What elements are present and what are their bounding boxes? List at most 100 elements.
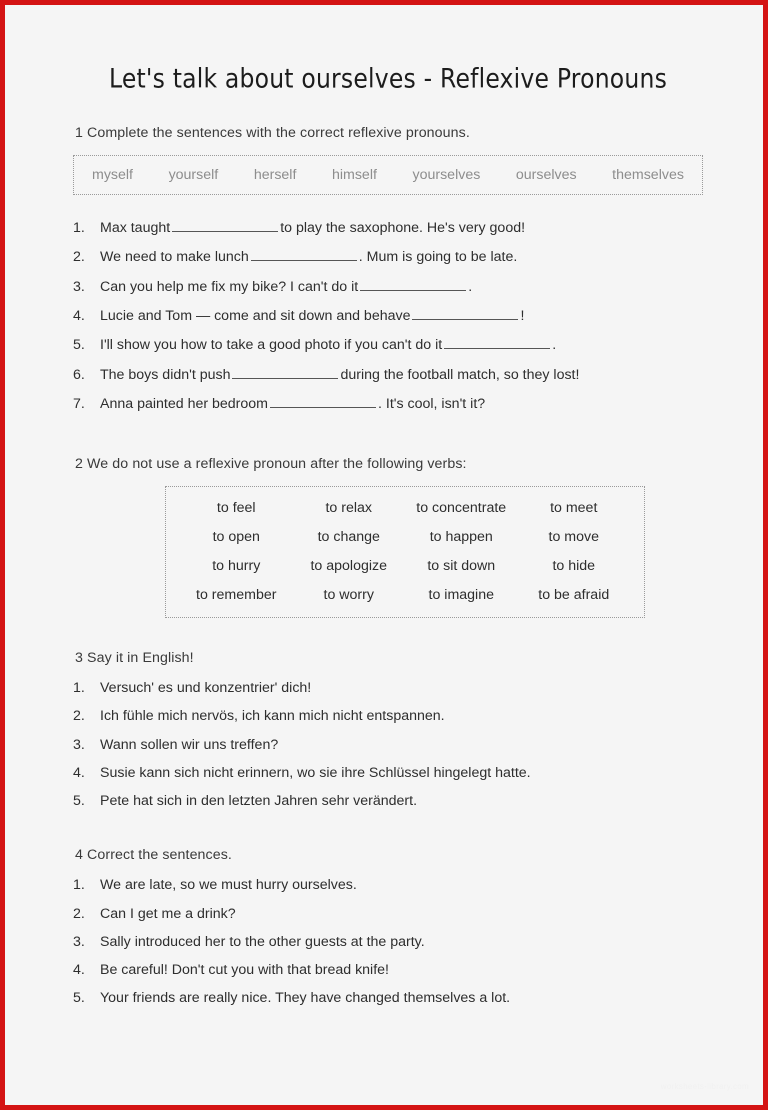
word-bank-item[interactable]: ourselves xyxy=(516,167,577,183)
item-number: 4. xyxy=(73,962,85,979)
verb-row: to open to change to happen to move xyxy=(180,529,630,545)
worksheet-page: Let's talk about ourselves - Reflexive P… xyxy=(0,0,768,1110)
verb-cell: to hurry xyxy=(212,558,261,575)
page-title: Let's talk about ourselves - Reflexive P… xyxy=(108,63,668,95)
sentence-before: I'll show you how to take a good photo i… xyxy=(100,337,443,354)
verb-row: to feel to relax to concentrate to meet xyxy=(180,500,630,516)
item-text: Pete hat sich in den letzten Jahren sehr… xyxy=(100,793,418,810)
answer-blank[interactable] xyxy=(360,278,467,291)
item-text: Max taught to play the saxophone. He's ve… xyxy=(100,219,703,238)
exercise-2-heading: 2 We do not use a reflexive pronoun afte… xyxy=(75,456,467,473)
list-item: 4. Lucie and Tom — come and sit down and… xyxy=(73,307,703,326)
sentence-before: Can you help me fix my bike? I can't do … xyxy=(100,278,359,295)
item-number: 3. xyxy=(73,736,85,753)
word-bank-item[interactable]: myself xyxy=(92,167,133,183)
list-item: 1. Versuch' es und konzentrier' dich! xyxy=(73,680,703,698)
verb-cell: to sit down xyxy=(427,558,496,575)
item-number: 5. xyxy=(73,793,85,810)
verb-cell: to feel xyxy=(216,500,256,517)
list-item: 5. Your friends are really nice. They ha… xyxy=(73,990,703,1008)
item-number: 6. xyxy=(73,366,85,383)
item-number: 1. xyxy=(73,680,85,697)
sentence-after: . xyxy=(468,278,473,295)
item-text: The boys didn't push during the football … xyxy=(100,366,703,385)
verb-cell: to relax xyxy=(325,500,373,517)
list-item: 2. Ich fühle mich nervös, ich kann mich … xyxy=(73,708,703,726)
verb-cell: to imagine xyxy=(428,587,494,604)
verb-grid: to feel to relax to concentrate to meet … xyxy=(165,486,645,619)
item-number: 4. xyxy=(73,308,85,324)
word-bank-item[interactable]: themselves xyxy=(612,167,684,183)
item-text: Sally introduced her to the other guests… xyxy=(100,933,425,950)
item-number: 2. xyxy=(73,249,85,266)
exercise-4-list: 1. We are late, so we must hurry ourselv… xyxy=(73,877,703,1008)
list-item: 3. Can you help me fix my bike? I can't … xyxy=(73,278,703,297)
list-item: 3. Wann sollen wir uns treffen? xyxy=(73,737,703,755)
item-number: 3. xyxy=(73,933,85,950)
item-text: Versuch' es und konzentrier' dich! xyxy=(100,680,312,697)
item-text: Lucie and Tom — come and sit down and be… xyxy=(100,307,703,326)
list-item: 2. We need to make lunch . Mum is going t… xyxy=(73,248,703,267)
sentence-after: to play the saxophone. He's very good! xyxy=(280,220,526,237)
verb-cell: to meet xyxy=(550,500,598,517)
item-number: 3. xyxy=(73,278,85,295)
answer-blank[interactable] xyxy=(444,336,551,350)
item-text: Ich fühle mich nervös, ich kann mich nic… xyxy=(100,708,445,725)
exercise-3-list: 1. Versuch' es und konzentrier' dich! 2.… xyxy=(73,680,703,811)
sentence-before: The boys didn't push xyxy=(100,366,231,383)
sentence-before: Lucie and Tom — come and sit down and be… xyxy=(100,308,411,324)
sentence-before: Max taught xyxy=(100,220,171,237)
answer-blank[interactable] xyxy=(412,307,519,320)
item-number: 5. xyxy=(73,990,85,1007)
verb-cell: to remember xyxy=(196,587,277,604)
word-bank: myself yourself herself himself yourselv… xyxy=(73,155,703,195)
exercise-1-heading: 1 Complete the sentences with the correc… xyxy=(75,125,470,141)
list-item: 1. Max taught to play the saxophone. He's… xyxy=(73,219,703,238)
watermark-text: worksheets-library.com xyxy=(660,1082,749,1091)
item-text: We are late, so we must hurry ourselves. xyxy=(100,877,357,894)
word-bank-item[interactable]: yourself xyxy=(169,167,219,183)
word-bank-item[interactable]: herself xyxy=(254,167,297,183)
answer-blank[interactable] xyxy=(232,366,339,379)
answer-blank[interactable] xyxy=(270,395,377,408)
item-text: Can you help me fix my bike? I can't do … xyxy=(100,278,703,297)
list-item: 3. Sally introduced her to the other gue… xyxy=(73,934,703,952)
sentence-after: . Mum is going to be late. xyxy=(358,249,518,266)
verb-cell: to open xyxy=(212,529,260,546)
verb-cell: to hide xyxy=(552,558,596,575)
exercise-3-heading: 3 Say it in English! xyxy=(75,650,194,667)
list-item: 2. Can I get me a drink? xyxy=(73,906,703,924)
item-number: 1. xyxy=(73,220,85,237)
word-bank-item[interactable]: himself xyxy=(332,167,377,183)
list-item: 4. Be careful! Don't cut you with that b… xyxy=(73,962,703,980)
list-item: 5. Pete hat sich in den letzten Jahren s… xyxy=(73,793,703,811)
list-item: 1. We are late, so we must hurry ourselv… xyxy=(73,877,703,895)
item-number: 7. xyxy=(73,395,85,412)
verb-row: to hurry to apologize to sit down to hid… xyxy=(180,558,630,574)
verb-cell: to move xyxy=(548,529,599,546)
item-text: Be careful! Don't cut you with that brea… xyxy=(100,962,389,979)
answer-blank[interactable] xyxy=(172,219,279,233)
word-bank-item[interactable]: yourselves xyxy=(412,167,480,183)
item-text: Susie kann sich nicht erinnern, wo sie i… xyxy=(100,764,531,781)
exercise-4-heading: 4 Correct the sentences. xyxy=(75,847,232,864)
list-item: 6. The boys didn't push during the footba… xyxy=(73,366,703,385)
verb-cell: to be afraid xyxy=(538,587,610,604)
item-text: I'll show you how to take a good photo i… xyxy=(100,336,703,355)
sentence-before: We need to make lunch xyxy=(100,249,249,266)
verb-cell: to happen xyxy=(429,529,493,546)
item-number: 5. xyxy=(73,337,85,354)
item-number: 1. xyxy=(73,877,85,894)
item-number: 2. xyxy=(73,708,85,725)
verb-cell: to concentrate xyxy=(416,500,507,517)
verb-cell: to change xyxy=(317,529,380,546)
answer-blank[interactable] xyxy=(250,248,357,262)
worksheet-sheet: Let's talk about ourselves - Reflexive P… xyxy=(5,5,763,1105)
list-item: 7. Anna painted her bedroom . It's cool, … xyxy=(73,395,703,414)
item-text: Your friends are really nice. They have … xyxy=(100,990,511,1007)
item-text: We need to make lunch . Mum is going to b… xyxy=(100,248,703,267)
sentence-after: during the football match, so they lost! xyxy=(340,366,580,383)
item-number: 2. xyxy=(73,905,85,922)
list-item: 5. I'll show you how to take a good phot… xyxy=(73,336,703,355)
